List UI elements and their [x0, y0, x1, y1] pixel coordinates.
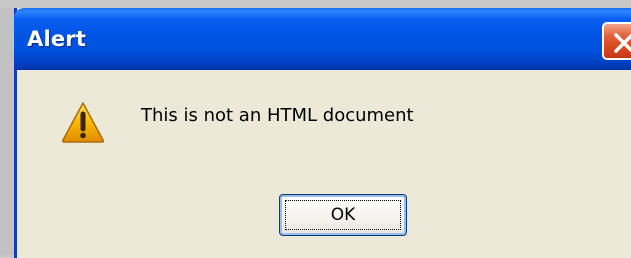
desktop-background-top	[0, 0, 631, 8]
alert-message: This is not an HTML document	[141, 105, 414, 126]
alert-dialog: Alert This is not an HTML document OK	[14, 8, 631, 258]
dialog-title: Alert	[27, 27, 87, 51]
warning-icon	[61, 100, 105, 144]
desktop-background	[0, 0, 14, 255]
ok-button[interactable]: OK	[279, 194, 407, 236]
title-bar[interactable]: Alert	[14, 8, 631, 70]
close-icon	[614, 33, 631, 53]
close-button[interactable]	[602, 22, 631, 60]
ok-button-label: OK	[330, 205, 356, 225]
